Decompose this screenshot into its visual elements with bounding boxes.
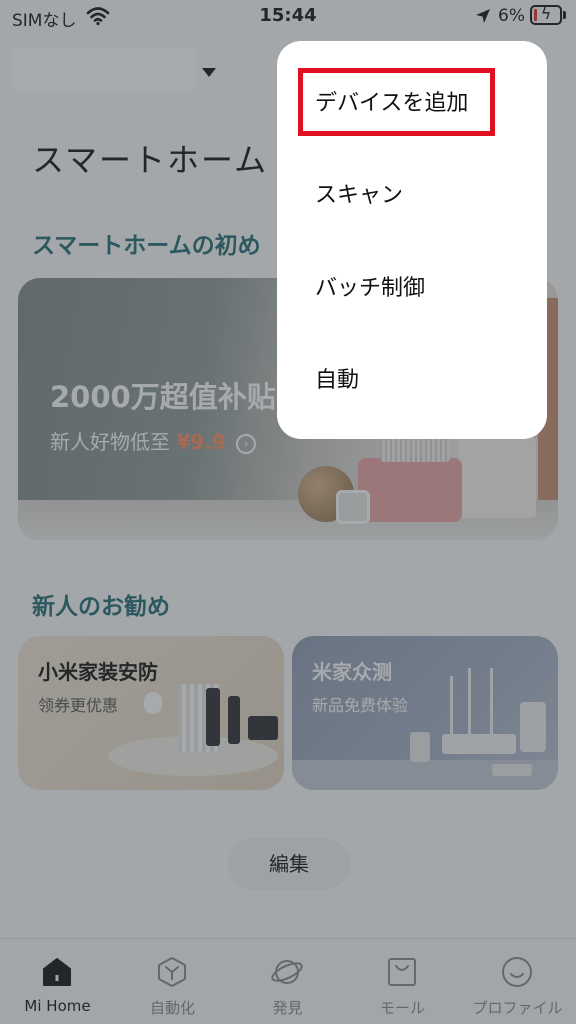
mi-home-screen: SIMなし 15:44 6% ϟ スマートホーム スマートホームの初め 2000… [0,0,576,1024]
menu-item-label: 自動 [315,368,360,393]
menu-item-scan[interactable]: スキャン [277,147,547,239]
menu-item-automation[interactable]: 自動 [277,332,547,424]
menu-item-label: スキャン [315,183,404,208]
menu-item-label: バッチ制御 [315,276,426,301]
add-menu-popup: デバイスを追加 スキャン バッチ制御 自動 [277,41,547,439]
menu-item-add-device[interactable]: デバイスを追加 [277,55,547,147]
menu-item-label: デバイスを追加 [315,91,469,116]
menu-item-batch-control[interactable]: バッチ制御 [277,240,547,332]
